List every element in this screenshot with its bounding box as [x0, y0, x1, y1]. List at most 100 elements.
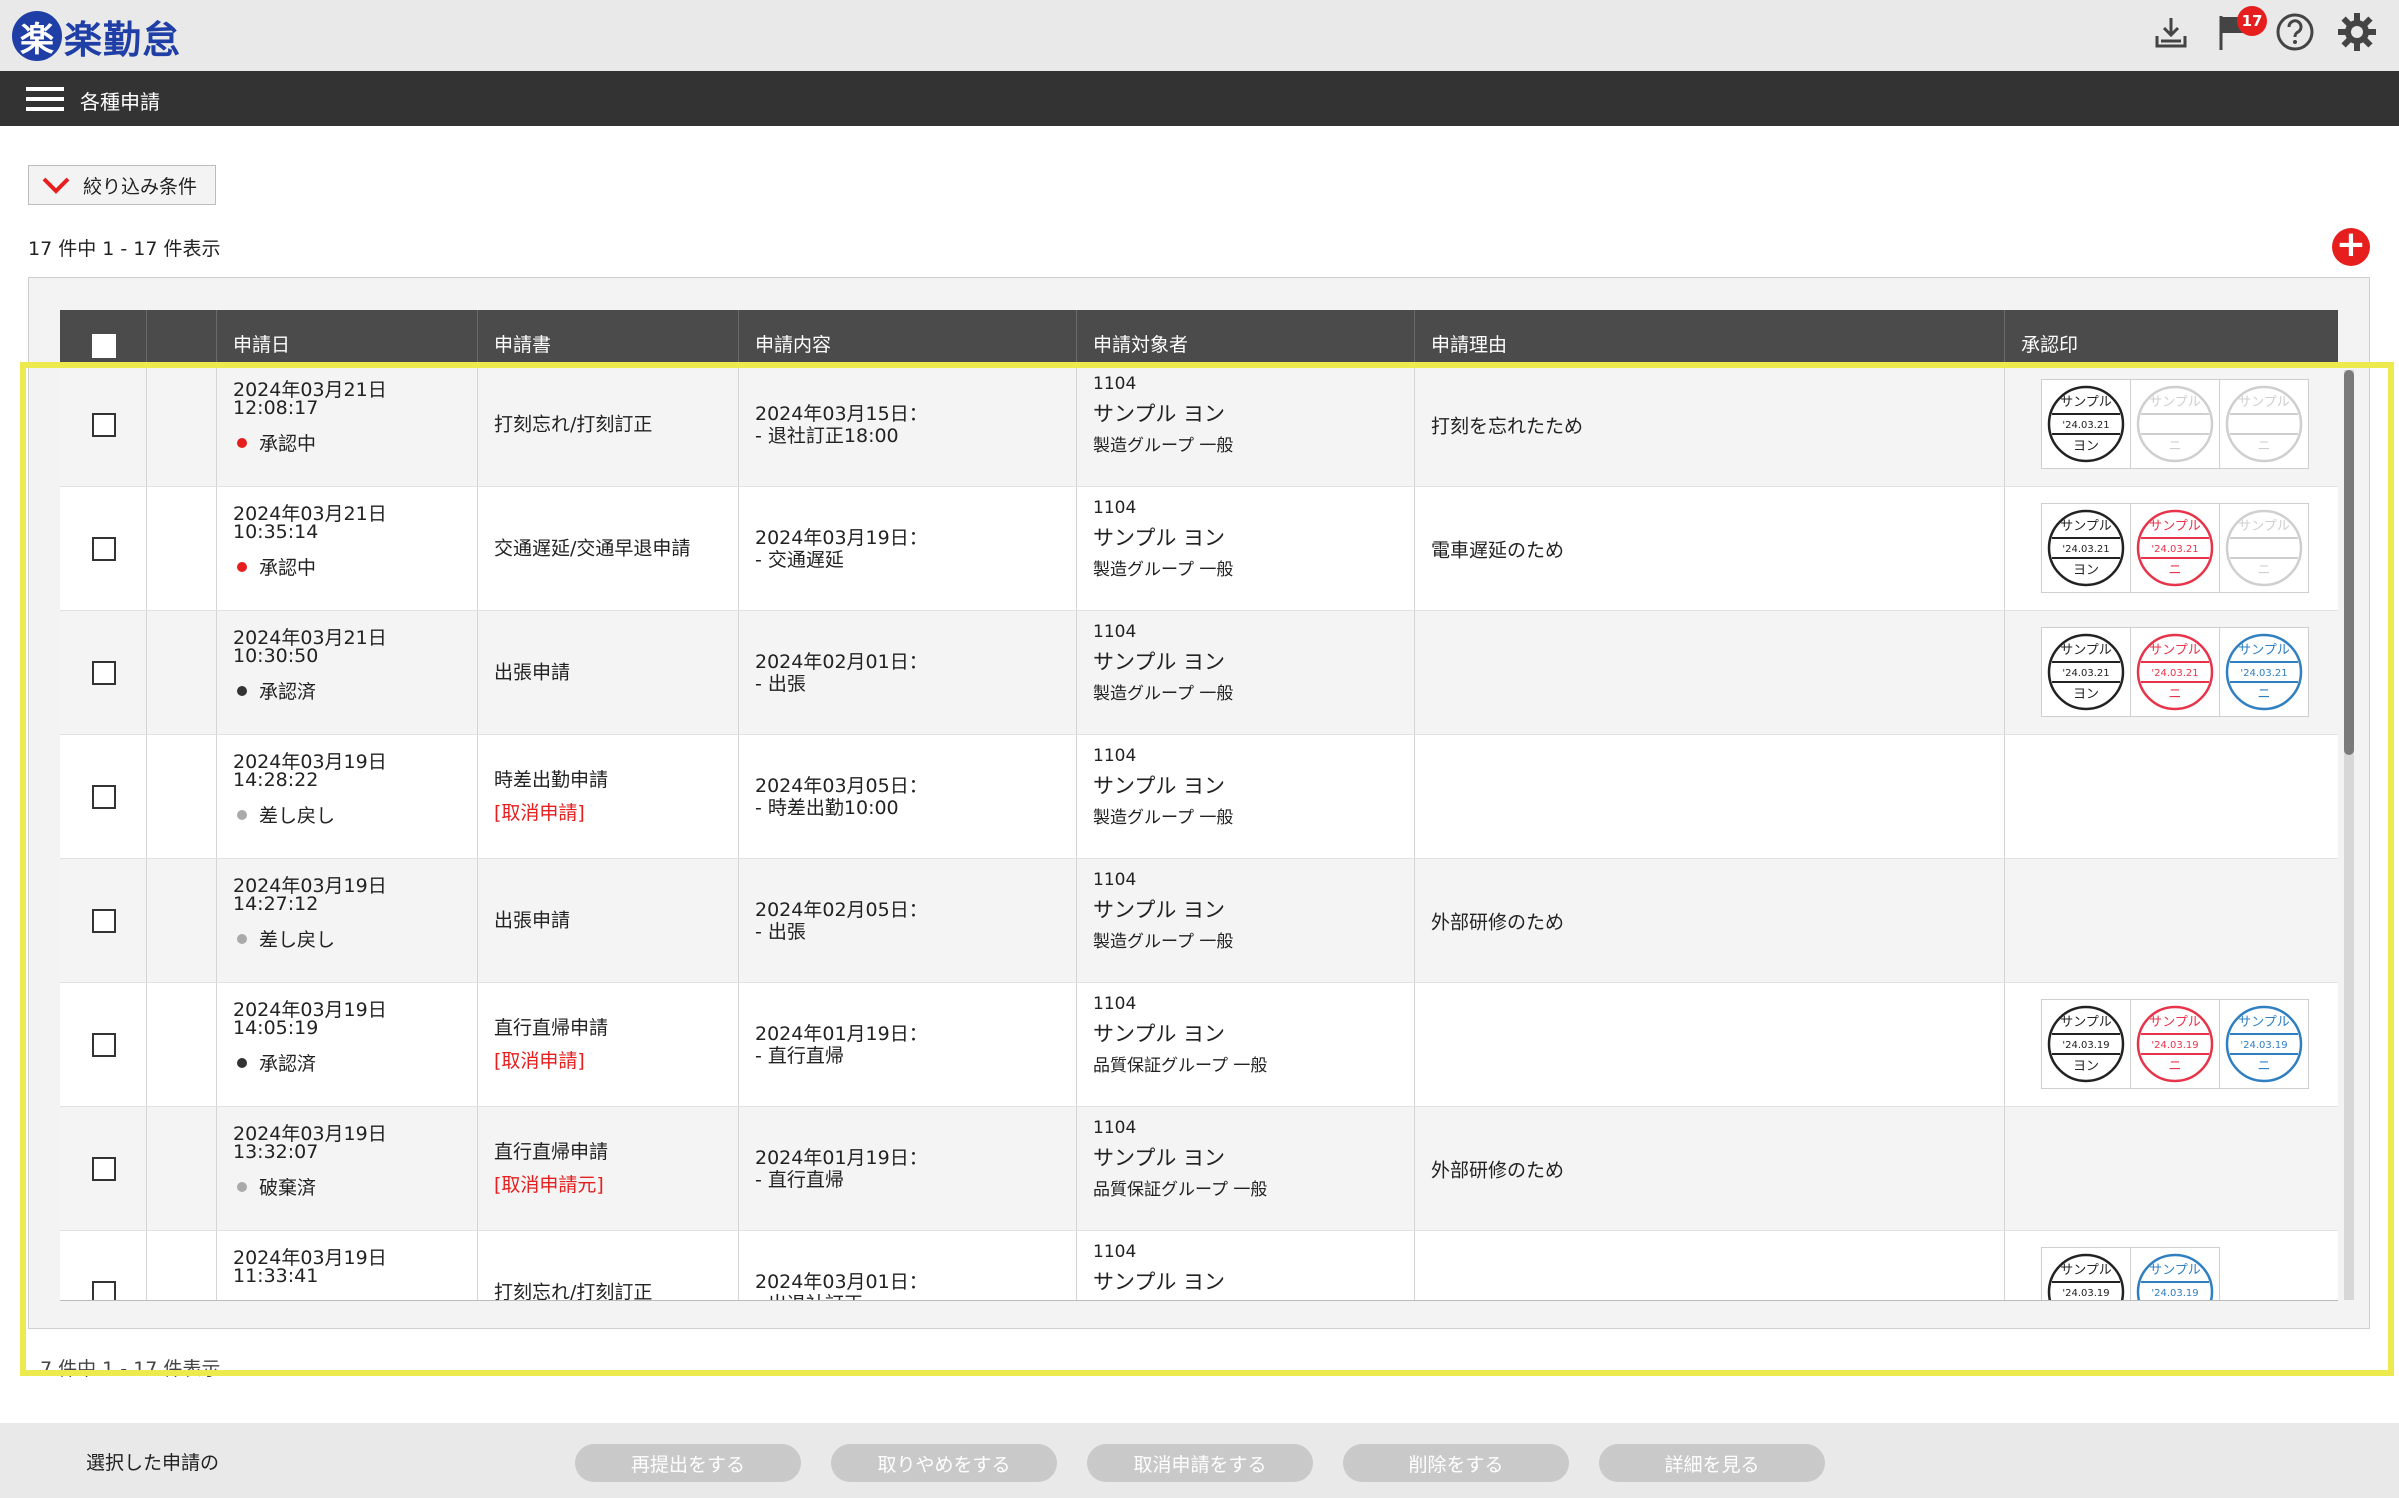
approval-stamp[interactable]: サンプル '24.03.21 ニ — [2220, 628, 2308, 716]
row-checkbox[interactable] — [92, 784, 116, 809]
header-target[interactable]: 申請対象者 — [1077, 310, 1415, 363]
table-row[interactable]: 2024年03月19日 14:05:19 承認済 直行直帰申請 [取消申請] 2024年0… — [60, 983, 2338, 1107]
stamp-name: サンプル — [2060, 519, 2112, 534]
approval-stamp[interactable]: サンプル '24.03.21 ヨン — [2042, 504, 2131, 592]
content-detail: - 直行直帰 — [755, 1168, 844, 1191]
select-all-checkbox[interactable] — [92, 334, 116, 358]
scrollbar-thumb[interactable] — [2344, 370, 2354, 755]
table-row[interactable]: 2024年03月19日 13:32:07 破棄済 直行直帰申請 [取消申請元] 2024年… — [60, 1107, 2338, 1231]
approval-stamp[interactable]: サンプル '24.03.21 ヨン — [2042, 380, 2131, 468]
target-person: 1104 サンプル ヨン — [1093, 1241, 1225, 1300]
employee-code: 1104 — [1093, 374, 1137, 394]
approval-stamp[interactable]: サンプル '24.03.21 ニ — [2131, 628, 2220, 716]
table-scrollbar[interactable] — [2344, 370, 2354, 1300]
gear-icon[interactable] — [2335, 10, 2379, 54]
form-name[interactable]: 打刻忘れ/打刻訂正 — [494, 1276, 652, 1300]
row-checkbox[interactable] — [92, 412, 116, 437]
form-name[interactable]: 出張申請 — [494, 904, 570, 937]
date-cell: 2024年03月19日 13:32:07 破棄済 — [217, 1107, 478, 1230]
date-cell: 2024年03月21日 12:08:17 承認中 — [217, 363, 478, 486]
request-date: 2024年03月19日 14:28:22 — [233, 753, 387, 791]
stamp-seal-icon: サンプル '24.03.21 ヨン — [2047, 385, 2125, 463]
approval-stamp[interactable]: サンプルニ — [2131, 380, 2220, 468]
form-name[interactable]: 交通遅延/交通早退申請 — [494, 532, 690, 565]
add-request-button[interactable]: + — [2332, 227, 2370, 266]
target-cell: 1104 サンプル ヨン — [1077, 1231, 1415, 1300]
request-date: 2024年03月19日 11:33:41 — [233, 1249, 387, 1286]
approval-stamp[interactable]: サンプルニ — [2220, 504, 2308, 592]
approval-stamp[interactable]: サンプルニ — [2220, 380, 2308, 468]
status-text: 承認済 — [259, 681, 317, 703]
approval-stamp[interactable]: サンプル'24.03.19ニ — [2131, 1248, 2219, 1300]
stamp-date: '24.03.19 — [2240, 1040, 2287, 1051]
request-date-time: 14:28:22 — [233, 769, 319, 791]
view-details-button[interactable]: 詳細を見る — [1599, 1444, 1825, 1482]
content-detail: - 出張 — [755, 672, 806, 695]
request-date: 2024年03月19日 14:05:19 — [233, 1001, 387, 1039]
table-header: 申請日 申請書 申請内容 申請対象者 申請理由 承認印 — [60, 310, 2338, 363]
row-checkbox[interactable] — [92, 1280, 116, 1300]
row-checkbox[interactable] — [92, 536, 116, 561]
withdraw-button[interactable]: 取りやめをする — [831, 1444, 1057, 1482]
form-name[interactable]: 打刻忘れ/打刻訂正 — [494, 408, 652, 441]
table-row[interactable]: 2024年03月21日 10:35:14 承認中 交通遅延/交通早退申請 2024年03… — [60, 487, 2338, 611]
cancel-note: [取消申請] — [494, 801, 585, 824]
row-checkbox[interactable] — [92, 1032, 116, 1057]
stamp-name: サンプル — [2149, 1015, 2201, 1030]
row-checkbox[interactable] — [92, 1156, 116, 1181]
select-cell — [60, 1107, 147, 1230]
target-person: 1104 サンプル ヨン 品質保証グループ 一般 — [1093, 993, 1267, 1079]
table-row[interactable]: 2024年03月19日 11:33:41 打刻忘れ/打刻訂正 2024年03月01日：… — [60, 1231, 2338, 1300]
approval-stamp[interactable]: サンプル '24.03.21 ニ — [2131, 504, 2220, 592]
download-icon[interactable] — [2149, 10, 2193, 54]
header-stamps[interactable]: 承認印 — [2005, 310, 2338, 363]
flag-icon[interactable]: 17 — [2211, 6, 2267, 54]
table-row[interactable]: 2024年03月19日 14:27:12 差し戻し 出張申請 2024年02月05日： -… — [60, 859, 2338, 983]
header-reason[interactable]: 申請理由 — [1415, 310, 2005, 363]
request-content: 2024年02月01日： - 出張 — [755, 651, 928, 695]
form-name[interactable]: 出張申請 — [494, 656, 570, 689]
table-row[interactable]: 2024年03月21日 10:30:50 承認済 出張申請 2024年02月01日： - … — [60, 611, 2338, 735]
table-row[interactable]: 2024年03月21日 12:08:17 承認中 打刻忘れ/打刻訂正 2024年03月1… — [60, 363, 2338, 487]
request-date-time: 14:05:19 — [233, 1017, 319, 1039]
table-row[interactable]: 2024年03月19日 14:28:22 差し戻し 時差出勤申請 [取消申請] 2024年… — [60, 735, 2338, 859]
row-checkbox[interactable] — [92, 660, 116, 685]
filter-toggle-button[interactable]: 絞り込み条件 — [28, 165, 216, 205]
cancel-request-button[interactable]: 取消申請をする — [1087, 1444, 1313, 1482]
content-date: 2024年01月19日： — [755, 1022, 928, 1045]
form-name[interactable]: 直行直帰申請 [取消申請] — [494, 1012, 608, 1078]
target-cell: 1104 サンプル ヨン 製造グループ 一般 — [1077, 735, 1415, 858]
header-form[interactable]: 申請書 — [478, 310, 739, 363]
approval-stamp[interactable]: サンプル'24.03.19ニ — [2131, 1000, 2220, 1088]
request-date-time: 13:32:07 — [233, 1141, 319, 1163]
header-date[interactable]: 申請日 — [217, 310, 478, 363]
row-checkbox[interactable] — [92, 908, 116, 933]
employee-code: 1104 — [1093, 1118, 1137, 1138]
resubmit-button[interactable]: 再提出をする — [575, 1444, 801, 1482]
stamp-seal-icon: サンプルニ — [2225, 385, 2303, 463]
content-cell: 2024年01月19日： - 直行直帰 — [739, 1107, 1077, 1230]
approval-stamp[interactable]: サンプル'24.03.19ニ — [2220, 1000, 2308, 1088]
status-dot-icon — [237, 437, 247, 448]
target-cell: 1104 サンプル ヨン 製造グループ 一般 — [1077, 859, 1415, 982]
bottom-result-count: 7 件中 1 - 17 件表示 — [40, 1358, 221, 1380]
stamp-name: サンプル — [2149, 1263, 2201, 1278]
employee-name: サンプル ヨン — [1093, 774, 1226, 798]
header-select-all — [60, 310, 147, 363]
status-text: 承認中 — [259, 557, 317, 579]
approval-stamp[interactable]: サンプル'24.03.19ヨン — [2042, 1000, 2131, 1088]
form-name[interactable]: 直行直帰申請 [取消申請元] — [494, 1136, 608, 1202]
delete-button[interactable]: 削除をする — [1343, 1444, 1569, 1482]
stamp-date: '24.03.21 — [2062, 420, 2109, 431]
target-cell: 1104 サンプル ヨン 品質保証グループ 一般 — [1077, 983, 1415, 1106]
request-date: 2024年03月19日 13:32:07 — [233, 1125, 387, 1163]
request-reason: 外部研修のため — [1431, 1159, 1565, 1181]
form-name[interactable]: 時差出勤申請 [取消申請] — [494, 764, 608, 830]
approval-stamp[interactable]: サンプル'24.03.19ヨン — [2042, 1248, 2131, 1300]
help-icon[interactable] — [2273, 10, 2317, 54]
approval-stamp[interactable]: サンプル '24.03.21 ヨン — [2042, 628, 2131, 716]
employee-group: 品質保証グループ 一般 — [1093, 1180, 1268, 1200]
app-logo[interactable]: 楽 楽勤怠 — [12, 10, 181, 62]
hamburger-menu-icon[interactable] — [26, 86, 64, 112]
header-content[interactable]: 申請内容 — [739, 310, 1077, 363]
